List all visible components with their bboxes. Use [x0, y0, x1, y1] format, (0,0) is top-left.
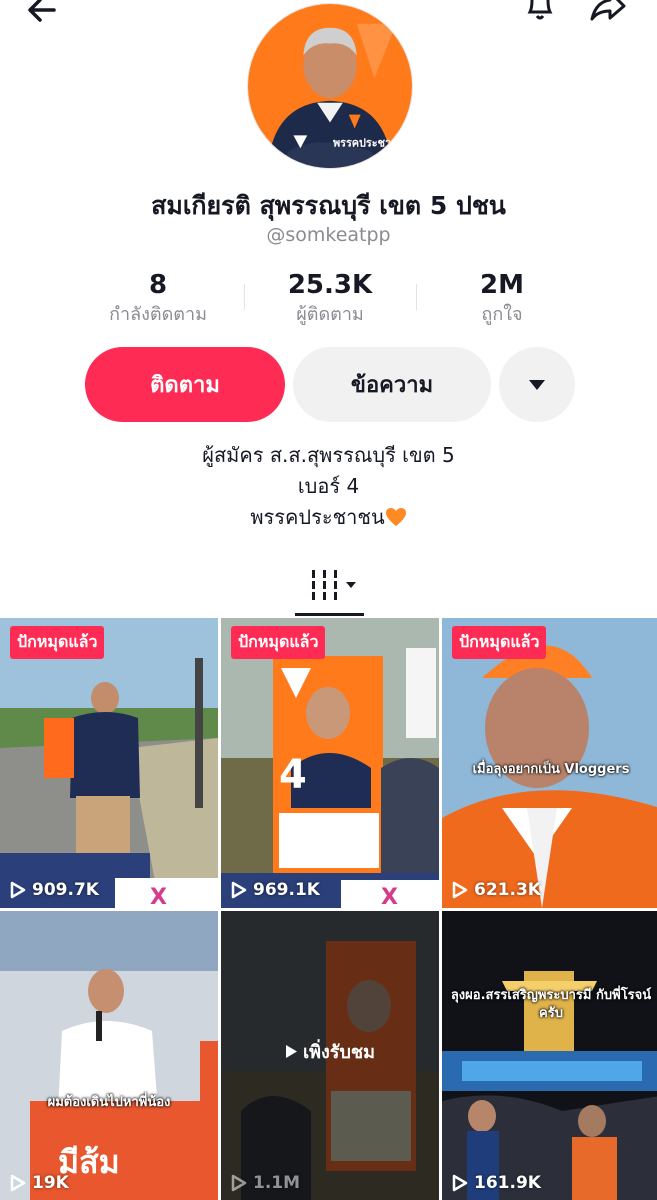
view-count-text: 909.7K	[32, 880, 99, 900]
bio-line-3: พรรคประชาชน	[0, 502, 657, 533]
video-thumbnail[interactable]: ลุงผอ.สรรเสริญพระบารมี กับพี่โรจน์ครับ 1…	[442, 911, 657, 1200]
stat-likes[interactable]: 2M ถูกใจ	[422, 268, 582, 328]
view-count: 19K	[10, 1173, 69, 1193]
avatar-badge-text: พรรคประชาชน	[333, 136, 406, 149]
svg-text:4: 4	[279, 752, 307, 798]
bio-line: เบอร์ 4	[297, 474, 360, 498]
video-caption: เมื่อลุงอยากเป็น Vloggers	[472, 762, 630, 777]
recently-watched-text: เพิ่งรับชม	[303, 1042, 375, 1063]
stat-label: ผู้ติดตาม	[296, 304, 364, 325]
bell-icon[interactable]	[520, 0, 560, 22]
view-count: 969.1K	[231, 880, 320, 900]
video-caption: ลุงผอ.สรรเสริญพระบารมี กับพี่โรจน์ครับ	[450, 988, 652, 1021]
play-icon	[10, 1174, 26, 1192]
video-thumbnail[interactable]: มีส้ม ผมต้องเดินไปหาพี่น้อง 19K	[0, 911, 218, 1200]
back-arrow-icon[interactable]	[22, 0, 62, 22]
view-count: 1.1M	[231, 1173, 300, 1193]
video-thumbnail[interactable]: 4 X ปักหมุดแล้ว 969.1K	[221, 618, 439, 908]
stats-row: 8 กำลังติดตาม 25.3K ผู้ติดตาม 2M ถูกใจ	[0, 268, 657, 330]
profile-handle: @somkeatpp	[266, 224, 391, 246]
bio-line: ผู้สมัคร ส.ส.สุพรรณบุรี เขต 5	[202, 443, 455, 467]
play-icon	[452, 1174, 468, 1192]
more-options-button[interactable]	[499, 347, 575, 422]
recently-watched-overlay: เพิ่งรับชม	[221, 1037, 439, 1066]
view-count-text: 621.3K	[474, 880, 541, 900]
tab-videos[interactable]	[308, 568, 364, 602]
content-tab-bar	[0, 563, 657, 618]
stat-value: 8	[148, 270, 168, 300]
caret-down-icon	[529, 379, 545, 390]
view-count: 161.9K	[452, 1173, 541, 1193]
svg-text:X: X	[381, 885, 398, 908]
video-caption: ผมต้องเดินไปหาพี่น้อง	[47, 1095, 171, 1110]
profile-name: สมเกียรติ สุพรรณบุรี เขต 5 ปชน	[151, 191, 506, 220]
video-thumbnail[interactable]: เพิ่งรับชม 1.1M	[221, 911, 439, 1200]
message-button[interactable]: ข้อความ	[293, 347, 491, 422]
follow-button[interactable]: ติดตาม	[85, 347, 285, 422]
avatar[interactable]: พรรคประชาชน	[247, 3, 413, 169]
grid-icon	[312, 570, 356, 600]
play-icon	[452, 881, 468, 899]
view-count: 621.3K	[452, 880, 541, 900]
play-icon	[10, 881, 26, 899]
tab-indicator	[295, 613, 364, 616]
stat-divider	[416, 284, 417, 310]
view-count-text: 19K	[32, 1173, 69, 1193]
video-thumbnail[interactable]: ปักหมุดแล้ว เมื่อลุงอยากเป็น Vloggers 62…	[442, 618, 657, 908]
stat-value: 25.3K	[287, 270, 373, 300]
orange-heart-icon	[385, 508, 406, 526]
play-icon	[231, 1174, 247, 1192]
share-icon[interactable]	[588, 0, 628, 22]
view-count-text: 969.1K	[253, 880, 320, 900]
view-count-text: 1.1M	[253, 1173, 301, 1193]
video-grid: X ปักหมุดแล้ว 909.7K 4 X ปักหมุดแล้ว 969…	[0, 618, 657, 1200]
play-icon	[231, 881, 247, 899]
svg-text:X: X	[150, 885, 167, 908]
stat-label: ถูกใจ	[481, 304, 523, 325]
pinned-badge: ปักหมุดแล้ว	[231, 626, 326, 659]
play-icon	[286, 1045, 297, 1058]
stat-value: 2M	[480, 270, 524, 300]
stat-following[interactable]: 8 กำลังติดตาม	[78, 268, 238, 328]
stat-followers[interactable]: 25.3K ผู้ติดตาม	[250, 268, 410, 328]
view-count-text: 161.9K	[474, 1173, 541, 1193]
video-thumbnail[interactable]: X ปักหมุดแล้ว 909.7K	[0, 618, 218, 908]
stat-label: กำลังติดตาม	[109, 304, 207, 325]
profile-bio: ผู้สมัคร ส.ส.สุพรรณบุรี เขต 5 เบอร์ 4 พร…	[0, 440, 657, 533]
stat-divider	[244, 284, 245, 310]
bio-line: พรรคประชาชน	[250, 505, 385, 529]
view-count: 909.7K	[10, 880, 99, 900]
pinned-badge: ปักหมุดแล้ว	[10, 626, 105, 659]
pinned-badge: ปักหมุดแล้ว	[452, 626, 547, 659]
